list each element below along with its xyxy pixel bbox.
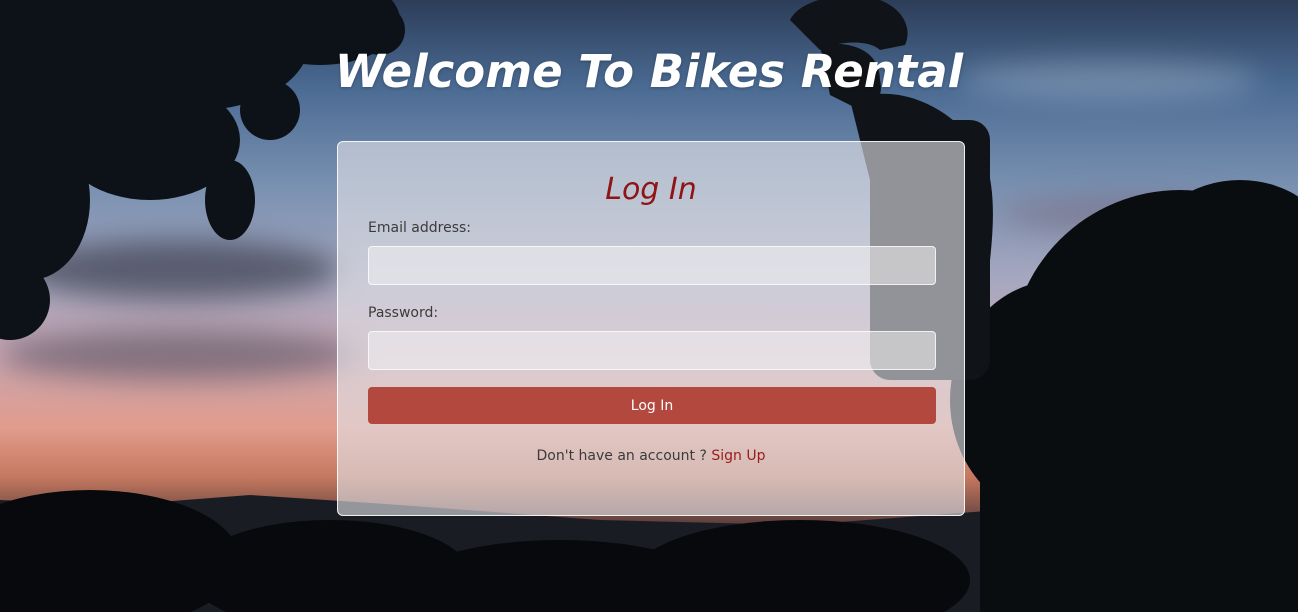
email-label: Email address: (368, 220, 472, 236)
email-input[interactable] (368, 246, 936, 285)
password-label: Password: (368, 305, 439, 321)
login-page: Welcome To Bikes Rental Log In Email add… (0, 0, 1298, 612)
signup-link[interactable]: Sign Up (711, 448, 765, 464)
password-input[interactable] (368, 331, 936, 370)
page-title: Welcome To Bikes Rental (334, 45, 964, 98)
login-card: Log In Email address: Password: Log In D… (337, 141, 965, 516)
signup-prompt: Don't have an account ? Sign Up (338, 448, 964, 464)
no-account-text: Don't have an account ? (536, 448, 707, 464)
login-button[interactable]: Log In (368, 387, 936, 424)
login-heading: Log In (605, 172, 697, 207)
